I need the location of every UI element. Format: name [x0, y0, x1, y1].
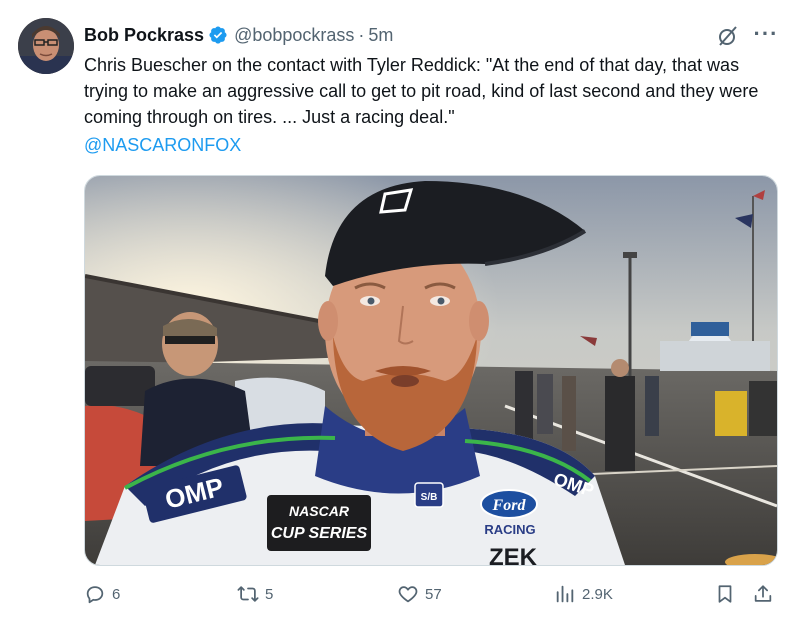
ford-logo: Ford	[492, 497, 527, 514]
reply-button[interactable]: 6	[84, 580, 120, 608]
heart-icon	[398, 586, 418, 603]
photo-image: OMP NASCAR CUP SERIES S/B Ford RACING ZE…	[85, 176, 777, 565]
action-bar: 6 5 57 2.9K	[84, 580, 784, 608]
views-count: 2.9K	[582, 585, 613, 603]
repost-icon	[237, 586, 259, 602]
reply-icon	[86, 586, 104, 604]
racing-text: RACING	[484, 522, 535, 537]
share-icon	[754, 585, 772, 602]
suit-badge: S/B	[421, 492, 438, 503]
tweet-photo[interactable]: OMP NASCAR CUP SERIES S/B Ford RACING ZE…	[84, 175, 778, 566]
like-button[interactable]: 57	[397, 580, 442, 608]
views-button[interactable]: 2.9K	[554, 580, 613, 608]
tweet-card: Bob Pockrass @bobpockrass · 5m ··· Chris…	[0, 0, 800, 619]
timestamp[interactable]: 5m	[368, 25, 393, 46]
share-button[interactable]	[752, 580, 774, 608]
tweet-text: Chris Buescher on the contact with Tyler…	[84, 55, 759, 127]
bookmark-icon	[718, 585, 732, 603]
mention-link[interactable]: @NASCARONFOX	[84, 132, 241, 158]
sponsor-text: ZEK	[489, 544, 538, 565]
avatar[interactable]	[18, 18, 74, 74]
more-options-icon[interactable]: ···	[752, 22, 780, 46]
tweet-header: Bob Pockrass @bobpockrass · 5m	[84, 22, 393, 48]
bookmark-button[interactable]	[714, 580, 736, 608]
avatar-image	[18, 18, 74, 74]
repost-count: 5	[265, 585, 274, 603]
reply-count: 6	[112, 585, 121, 603]
like-count: 57	[425, 585, 442, 603]
repost-button[interactable]: 5	[237, 580, 273, 608]
author-name[interactable]: Bob Pockrass	[84, 25, 204, 46]
separator-dot: ·	[358, 24, 365, 45]
cup-patch-line1: NASCAR	[289, 503, 350, 519]
author-handle[interactable]: @bobpockrass	[234, 25, 354, 46]
verified-badge-icon	[209, 26, 227, 44]
views-chart-icon	[556, 585, 574, 603]
grok-icon[interactable]	[716, 24, 740, 48]
cup-patch-line2: CUP SERIES	[271, 525, 368, 542]
